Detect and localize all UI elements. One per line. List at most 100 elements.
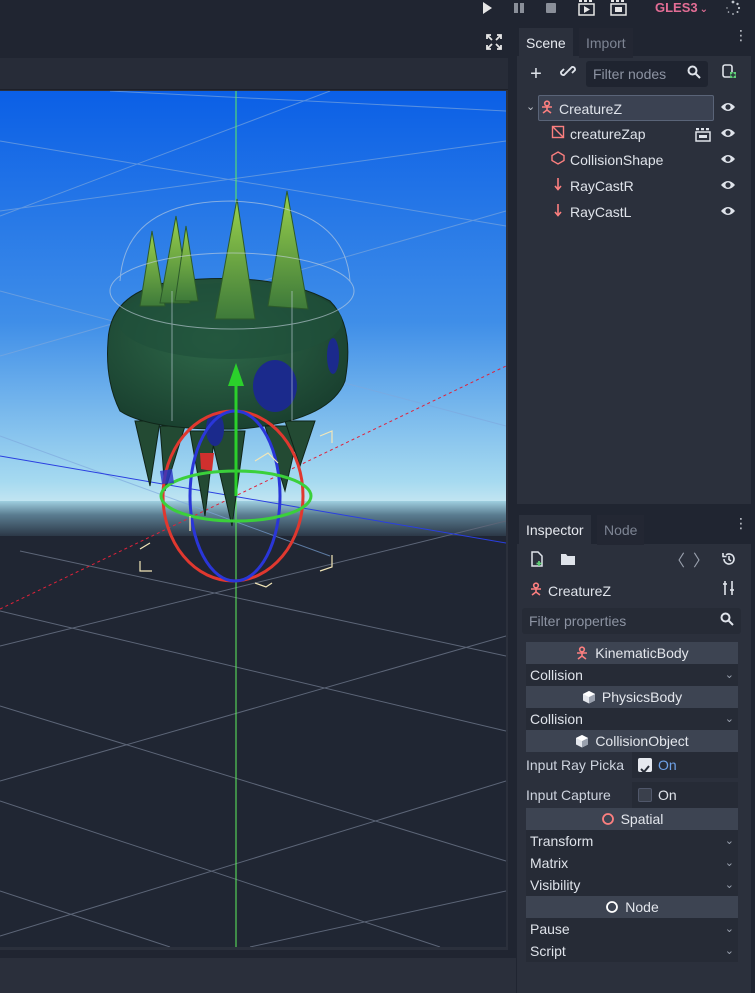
section-label: KinematicBody	[595, 645, 689, 661]
renderer-label: GLES3	[655, 0, 698, 15]
add-node-icon[interactable]: +	[525, 63, 547, 85]
raycast-icon	[550, 174, 566, 200]
section-label: CollisionObject	[595, 733, 689, 749]
play-icon[interactable]	[480, 0, 494, 18]
filter-nodes-placeholder: Filter nodes	[593, 66, 667, 82]
tree-item-collisionshape[interactable]: CollisionShape	[550, 147, 716, 173]
section-label: Node	[625, 899, 659, 915]
object-tools-icon[interactable]	[718, 580, 740, 602]
tree-item-raycastr[interactable]: RayCastR	[550, 173, 716, 199]
cube-icon	[582, 688, 596, 710]
filter-properties-input[interactable]: Filter properties	[522, 608, 741, 634]
top-toolbar: GLES3 ⌄	[0, 0, 755, 28]
bottom-panel-strip	[0, 958, 516, 993]
instance-scene-icon[interactable]	[557, 63, 579, 85]
input-capture-checkbox[interactable]	[638, 788, 652, 802]
chevron-down-icon: ⌄	[724, 713, 734, 725]
tab-node[interactable]: Node	[597, 515, 645, 545]
group-label: Collision	[530, 711, 583, 727]
group-matrix[interactable]: Matrix ⌄	[526, 852, 738, 874]
visibility-eye-icon[interactable]	[718, 95, 738, 121]
node-icon	[605, 898, 619, 920]
filter-nodes-input[interactable]: Filter nodes	[586, 61, 708, 87]
tree-collapse-icon[interactable]: ⌄	[526, 100, 535, 113]
checkbox-value-label: On	[658, 787, 677, 803]
group-label: Visibility	[530, 877, 581, 893]
group-script[interactable]: Script ⌄	[526, 940, 738, 962]
prop-label: Input Capture	[526, 787, 611, 803]
play-scene-icon[interactable]	[578, 0, 596, 18]
prop-input-ray-pickable: Input Ray Picka On	[526, 752, 738, 778]
section-node[interactable]: Node	[526, 896, 738, 918]
tab-import[interactable]: Import	[579, 28, 633, 58]
inspected-object: CreatureZ	[528, 580, 611, 602]
inspector-dock-tabs: Inspector Node	[519, 515, 751, 545]
open-scene-clapper-icon[interactable]	[695, 127, 711, 142]
spatial-icon	[601, 810, 615, 832]
tree-item-label: CreatureZ	[559, 101, 623, 117]
kinematic-body-icon	[539, 97, 555, 123]
section-label: PhysicsBody	[601, 689, 683, 705]
tab-inspector[interactable]: Inspector	[519, 515, 591, 545]
tree-item-label: CollisionShape	[570, 152, 664, 168]
tree-item-creaturezap[interactable]: creatureZap	[550, 121, 716, 147]
history-forward-icon[interactable]: 〉	[690, 551, 712, 573]
prop-label: Input Ray Picka	[526, 757, 625, 773]
group-label: Collision	[530, 667, 583, 683]
tree-item-raycastl[interactable]: RayCastL	[550, 199, 716, 225]
group-label: Matrix	[530, 855, 569, 871]
group-visibility[interactable]: Visibility ⌄	[526, 874, 738, 896]
inspected-object-name: CreatureZ	[548, 583, 612, 599]
chevron-down-icon: ⌄	[724, 669, 734, 681]
renderer-select[interactable]: GLES3 ⌄	[655, 0, 708, 18]
chevron-down-icon: ⌄	[724, 857, 734, 869]
prop-input-capture-on-drag: Input Capture On	[526, 782, 738, 808]
search-icon	[720, 608, 734, 634]
pause-icon[interactable]	[512, 0, 526, 18]
collision-shape-icon	[550, 148, 566, 174]
3d-viewport[interactable]	[0, 91, 506, 947]
kinematic-body-icon	[575, 644, 589, 666]
group-label: Script	[530, 943, 566, 959]
kinematic-body-icon	[528, 581, 544, 603]
group-label: Transform	[530, 833, 594, 849]
visibility-eye-icon[interactable]	[718, 147, 738, 173]
section-physicsbody[interactable]: PhysicsBody	[526, 686, 738, 708]
dock-menu-icon[interactable]: ⋮	[734, 516, 748, 542]
history-back-icon[interactable]: 〈	[666, 551, 688, 573]
group-label: Pause	[530, 921, 570, 937]
fullscreen-icon[interactable]	[486, 34, 502, 50]
visibility-eye-icon[interactable]	[718, 121, 738, 147]
attach-script-icon[interactable]	[718, 63, 740, 85]
visibility-eye-icon[interactable]	[718, 173, 738, 199]
viewport-header	[0, 58, 508, 90]
history-icon[interactable]	[718, 551, 740, 573]
new-resource-icon[interactable]	[526, 551, 548, 573]
mesh-instance-icon	[550, 122, 566, 148]
tab-scene[interactable]: Scene	[519, 28, 573, 58]
open-folder-icon[interactable]	[557, 551, 579, 573]
chevron-down-icon: ⌄	[724, 879, 734, 891]
chevron-down-icon: ⌄	[724, 923, 734, 935]
group-collision[interactable]: Collision ⌄	[526, 708, 738, 730]
group-collision[interactable]: Collision ⌄	[526, 664, 738, 686]
input-ray-pickable-checkbox[interactable]	[638, 758, 652, 774]
section-kinematicbody[interactable]: KinematicBody	[526, 642, 738, 664]
group-pause[interactable]: Pause ⌄	[526, 918, 738, 940]
tree-item-creaturez[interactable]: CreatureZ	[538, 95, 714, 121]
filter-properties-placeholder: Filter properties	[529, 613, 627, 629]
tree-item-label: RayCastR	[570, 178, 634, 194]
dock-menu-icon[interactable]: ⋮	[734, 28, 748, 54]
stop-icon[interactable]	[544, 0, 558, 18]
raycast-icon	[550, 200, 566, 226]
play-custom-scene-icon[interactable]	[610, 0, 628, 18]
group-transform[interactable]: Transform ⌄	[526, 830, 738, 852]
visibility-eye-icon[interactable]	[718, 199, 738, 225]
chevron-down-icon: ⌄	[699, 4, 709, 15]
section-spatial[interactable]: Spatial	[526, 808, 738, 830]
tree-item-label: creatureZap	[570, 126, 646, 142]
section-collisionobject[interactable]: CollisionObject	[526, 730, 738, 752]
checkbox-value-label: On	[658, 757, 677, 773]
search-icon	[687, 61, 701, 87]
scene-dock-tabs: Scene Import	[519, 28, 751, 58]
